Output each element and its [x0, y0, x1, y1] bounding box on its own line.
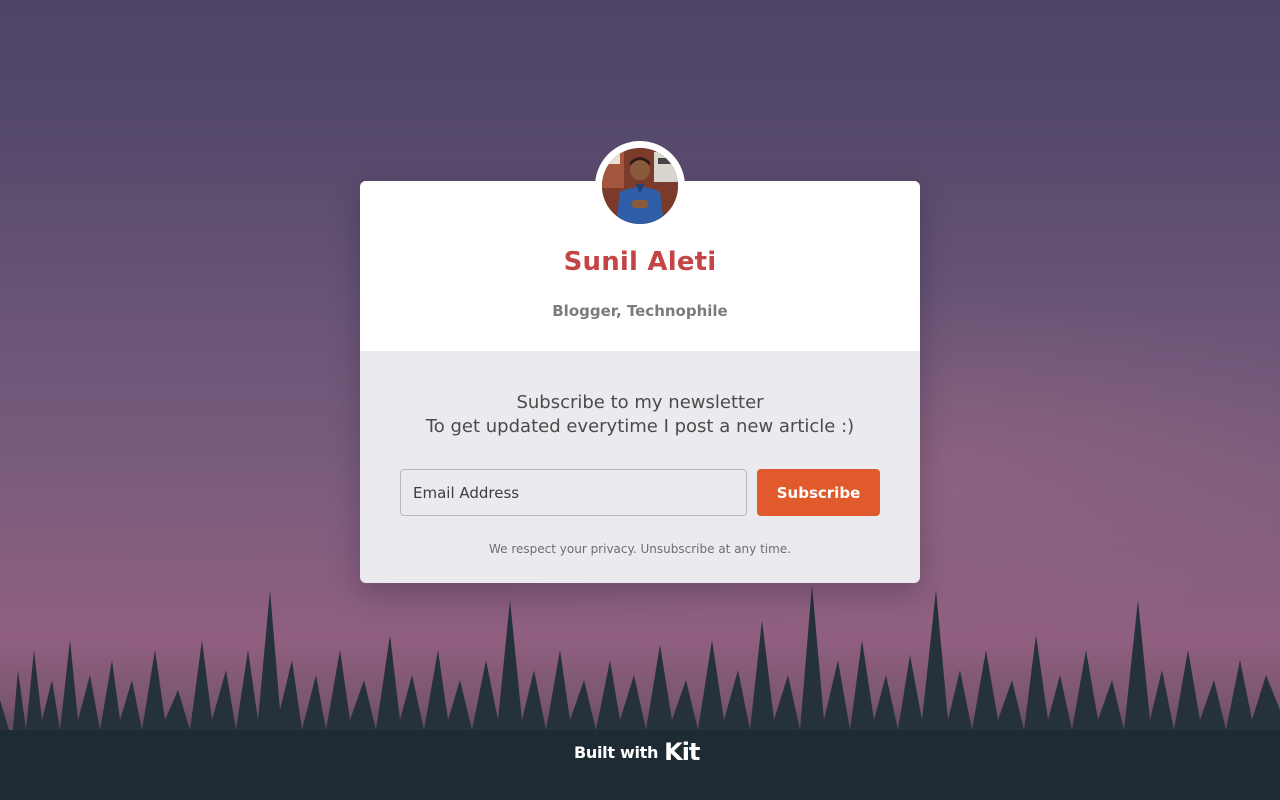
built-with-label: Built with [574, 742, 659, 762]
avatar-photo [602, 148, 678, 224]
newsletter-headline: Subscribe to my newsletter To get update… [360, 391, 920, 439]
subscribe-card: Sunil Aleti Blogger, Technophile Subscri… [360, 181, 920, 583]
avatar [602, 148, 678, 224]
email-field[interactable] [400, 469, 747, 516]
kit-logo: Kit [664, 738, 700, 766]
headline-line-2: To get updated everytime I post a new ar… [425, 416, 855, 437]
privacy-note: We respect your privacy. Unsubscribe at … [488, 542, 791, 556]
headline-line-1: Subscribe to my newsletter [516, 392, 764, 413]
subscribe-button[interactable]: Subscribe [757, 469, 880, 516]
author-title: Blogger, Technophile [552, 302, 728, 320]
grass-silhouette [0, 585, 1280, 800]
avatar-ring [595, 141, 685, 231]
author-name: Sunil Aleti [563, 247, 717, 277]
built-with-kit-link[interactable]: Built with Kit [574, 738, 700, 766]
